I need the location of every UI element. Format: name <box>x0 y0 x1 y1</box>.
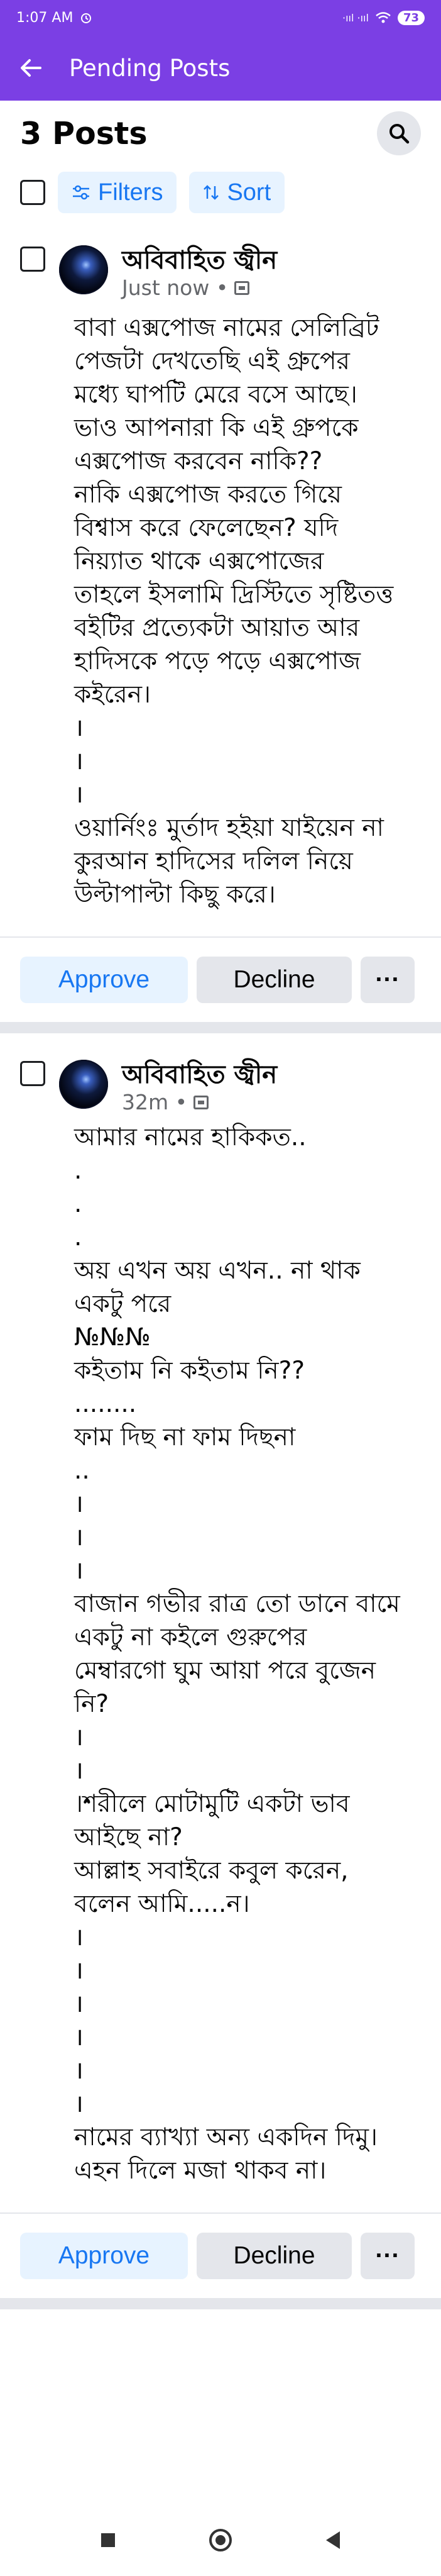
post-text-line: কইতাম নি কইতাম নি?? <box>74 1357 305 1385</box>
divider <box>0 1022 441 1033</box>
post-author[interactable]: অবিবাহিত জ্বীন <box>122 245 277 275</box>
post-text-line: এক্সপোজ করবেন নাকি?? <box>74 447 323 475</box>
post-text-line: । <box>74 1523 84 1552</box>
post-card: অবিবাহিত জ্বীন Just now • বাবা এক্সপোজ ন… <box>0 219 441 1022</box>
post-time: Just now • <box>122 275 229 300</box>
privacy-icon <box>234 280 250 295</box>
avatar[interactable] <box>59 1060 108 1109</box>
app-bar: Pending Posts <box>0 35 441 101</box>
post-text-line: অয় এখন অয় এখন.. না থাক <box>74 1257 361 1285</box>
post-text-line: . <box>74 1190 82 1218</box>
post-text-line: বাজান গভীর রাত্র তো ডানে বামে <box>74 1590 400 1618</box>
divider <box>0 2298 441 2309</box>
more-icon[interactable]: ··· <box>361 957 415 1003</box>
select-all-checkbox[interactable] <box>20 180 45 205</box>
post-text-line: ভাও আপনারা কি এই গ্রুপকে <box>74 414 359 442</box>
post-text-line: তাহলে ইসলামি দ্রিস্টিতে সৃষ্টিতত্ত <box>74 580 394 609</box>
post-text-line: নি? <box>74 1690 109 1718</box>
post-actions: Approve Decline ··· <box>0 938 441 1022</box>
post-text-line: । <box>74 2057 84 2085</box>
post-text-line: । <box>74 747 84 775</box>
search-icon <box>389 124 410 144</box>
post-actions: Approve Decline ··· <box>0 2214 441 2298</box>
post-text-line: । <box>74 1490 84 1518</box>
post-text-line: । <box>74 1757 84 1785</box>
sort-label: Sort <box>227 179 271 206</box>
home-icon[interactable] <box>209 2529 232 2551</box>
posts-header: 3 Posts <box>0 101 441 166</box>
post-text-line: একটু না কইলে গুরুপের <box>74 1623 307 1652</box>
sort-icon <box>204 185 219 200</box>
post-card: অবিবাহিত জ্বীন 32m • আমার নামের হাকিকত..… <box>0 1033 441 2298</box>
post-body: বাবা এক্সপোজ নামের সেলিব্রিট পেজটা দেখতেছ… <box>20 311 421 911</box>
post-text-line: । <box>74 1957 84 1985</box>
filter-row: Filters Sort <box>0 166 441 219</box>
decline-button[interactable]: Decline <box>197 957 352 1003</box>
post-text-line: বিশ্বাস করে ফেলেছেন? যদি <box>74 514 339 542</box>
filters-label: Filters <box>98 179 163 206</box>
post-text-line: ........ <box>74 1390 137 1418</box>
status-bar: 1:07 AM ·ııl ·ııl 73 <box>0 0 441 35</box>
post-text-line: কুরআন হাদিসের দলিল নিয়ে <box>74 847 353 875</box>
post-author[interactable]: অবিবাহিত জ্বীন <box>122 1060 277 1090</box>
post-text-line: কইরেন। <box>74 680 151 709</box>
system-nav-bar <box>0 2504 441 2576</box>
post-text-line: একটু পরে <box>74 1290 172 1318</box>
post-text-line: নাকি এক্সপোজ করতে গিয়ে <box>74 480 342 509</box>
search-button[interactable] <box>377 111 421 155</box>
post-text-line: আমার নামের হাকিকত.. <box>74 1123 307 1152</box>
approve-button[interactable]: Approve <box>20 957 188 1003</box>
avatar[interactable] <box>59 245 108 294</box>
post-text-line: । <box>74 1990 84 2018</box>
wifi-icon <box>376 12 391 23</box>
post-text-line: উল্টাপাল্টা কিছু করে। <box>74 880 276 909</box>
more-icon[interactable]: ··· <box>361 2233 415 2279</box>
post-checkbox[interactable] <box>20 247 45 272</box>
post-text-line: বলেন আমি.....ন। <box>74 1890 250 1918</box>
back-arrow-icon[interactable] <box>20 58 41 77</box>
post-text-line: আল্লাহ সবাইরে কবুল করেন, <box>74 1857 349 1885</box>
decline-button[interactable]: Decline <box>197 2233 352 2279</box>
status-time: 1:07 AM <box>16 9 74 26</box>
post-text-line: . <box>74 1223 82 1252</box>
post-text-line: । <box>74 780 84 809</box>
sort-button[interactable]: Sort <box>189 172 285 213</box>
post-text-line: ওয়ার্নিংঃ মুর্তাদ হইয়া যাইয়েন না <box>74 814 384 842</box>
post-text-line: । <box>74 1923 84 1951</box>
page-title: Pending Posts <box>69 54 231 82</box>
recents-icon[interactable] <box>101 2533 115 2547</box>
post-text-line: এহন দিলে মজা থাকব না। <box>74 2157 327 2185</box>
privacy-icon <box>193 1095 209 1109</box>
filters-icon <box>73 185 89 200</box>
post-text-line: মেম্বারগো ঘুম আয়া পরে বুজেন <box>74 1657 376 1685</box>
post-text-line: । <box>74 1557 84 1585</box>
post-text-line: হাদিসকে পড়ে পড়ে এক্সপোজ <box>74 647 361 675</box>
battery-badge: 73 <box>397 10 425 25</box>
post-text-line: নামের ব্যাখ্যা অন্য একদিন দিমু। <box>74 2123 378 2151</box>
post-text-line: নিয়্যাত থাকে এক্সপোজের <box>74 547 324 575</box>
post-text-line: । <box>74 714 84 742</box>
post-text-line: . <box>74 1157 82 1185</box>
post-time: 32m • <box>122 1090 188 1114</box>
post-text-line: । <box>74 1723 84 1752</box>
post-text-line: ।শরীলে মোটামুটি একটা ভাব <box>74 1790 350 1818</box>
approve-button[interactable]: Approve <box>20 2233 188 2279</box>
post-text-line: ফাম দিছ না ফাম দিছনা <box>74 1423 296 1452</box>
post-text-line: .. <box>74 1457 90 1485</box>
signal-icon: ·ııl ·ııl <box>342 11 369 24</box>
post-text-line: বইটির প্রত্যেকটা আয়াত আর <box>74 614 360 642</box>
post-text-line: । <box>74 2090 84 2118</box>
posts-count: 3 Posts <box>20 115 148 152</box>
alarm-icon <box>81 13 92 23</box>
back-icon[interactable] <box>326 2531 340 2549</box>
post-text-line: পেজটা দেখতেছি এই গ্রুপের <box>74 347 350 375</box>
post-text-line: №№№ <box>74 1323 151 1352</box>
filters-button[interactable]: Filters <box>58 172 177 213</box>
post-text-line: মধ্যে ঘাপটি মেরে বসে আছে। <box>74 380 357 409</box>
post-text-line: । <box>74 2023 84 2051</box>
post-body: আমার নামের হাকিকত..... অয় এখন অয় এখন.. … <box>20 1121 421 2187</box>
post-checkbox[interactable] <box>20 1061 45 1086</box>
post-text-line: আইছে না? <box>74 1823 183 1852</box>
post-text-line: বাবা এক্সপোজ নামের সেলিব্রিট <box>74 314 379 342</box>
